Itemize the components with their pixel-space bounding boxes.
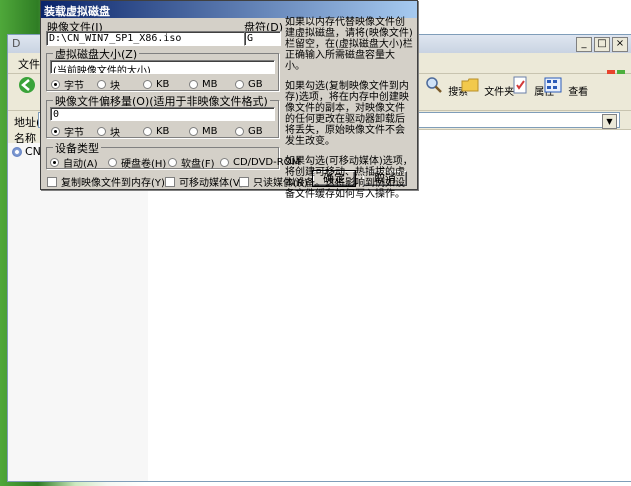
list-item-label: CN [25,145,41,158]
offset-unit-blocks[interactable]: 块 [97,124,143,139]
help-paragraph: 如果以内存代替映像文件创建虚拟磁盘，请将(映像文件)栏留空，在(虚拟磁盘大小)栏… [285,17,413,72]
maximize-button[interactable]: □ [594,37,610,52]
radio-icon [108,158,117,167]
radio-icon [97,80,106,89]
view-button[interactable]: 查看 [543,76,588,98]
image-offset-input[interactable]: 0 [50,107,275,121]
help-text: 如果以内存代替映像文件创建虚拟磁盘，请将(映像文件)栏留空，在(虚拟磁盘大小)栏… [285,17,413,209]
minimize-button[interactable]: _ [576,37,592,52]
cd-drive-icon [12,146,22,157]
size-unit-kb[interactable]: KB [143,77,189,92]
radio-icon [235,80,244,89]
address-label: 地址( [14,116,41,129]
dialog-title: 装载虚拟磁盘 [44,5,110,18]
offset-unit-mb[interactable]: MB [189,124,235,139]
drive-letter-input[interactable]: G [244,31,281,46]
radio-icon [235,127,244,136]
offset-units: 字节 块 KB MB GB [51,124,263,139]
copy-to-memory-checkbox[interactable]: 复制映像文件到内存(Y) [47,174,165,189]
checkbox-icon [239,176,249,187]
image-offset-group: 映像文件偏移量(O)(适用于非映像文件格式) 0 字节 块 KB MB GB [46,93,279,139]
radio-icon [143,127,152,136]
radio-selected-icon [51,80,60,89]
checkbox-icon [165,176,175,187]
list-item[interactable]: CN [12,145,41,158]
removable-media-checkbox[interactable]: 可移动媒体(V) [165,174,244,189]
radio-icon [189,127,198,136]
size-unit-gb[interactable]: GB [235,77,263,92]
file-list: CN [8,143,148,481]
radio-icon [168,158,177,167]
device-floppy[interactable]: 软盘(F) [168,155,220,170]
search-icon [426,77,442,93]
checkbox-icon [47,176,57,187]
radio-selected-icon [51,127,60,136]
disk-size-input[interactable]: (当前映像文件的大小) [50,60,275,74]
device-type-group-title: 设备类型 [53,140,101,156]
view-icon [544,77,562,93]
size-unit-blocks[interactable]: 块 [97,77,143,92]
radio-selected-icon [50,158,59,167]
folder-icon [461,78,479,92]
device-type-options: 自动(A) 硬盘卷(H) 软盘(F) CD/DVD-ROM [50,155,300,170]
view-label: 查看 [568,87,589,98]
dialog-titlebar: 装载虚拟磁盘 [41,1,417,18]
size-unit-mb[interactable]: MB [189,77,235,92]
disk-size-units: 字节 块 KB MB GB [51,77,263,92]
back-arrow-icon [19,77,35,93]
radio-icon [189,80,198,89]
offset-unit-gb[interactable]: GB [235,124,263,139]
size-unit-bytes[interactable]: 字节 [51,77,97,92]
properties-icon [513,76,527,94]
radio-icon [220,158,229,167]
device-type-group: 设备类型 自动(A) 硬盘卷(H) 软盘(F) CD/DVD-ROM [46,140,300,170]
close-button[interactable]: × [612,37,628,52]
offset-unit-kb[interactable]: KB [143,124,189,139]
radio-icon [143,80,152,89]
disk-size-group: 虚拟磁盘大小(Z) (当前映像文件的大小) 字节 块 KB MB GB [46,46,279,92]
mount-virtual-disk-dialog: 装载虚拟磁盘 映像文件(I) D:\CN_WIN7_SP1_X86.iso ..… [40,0,418,200]
help-paragraph: 如果勾选(复制映像文件到内存)选项，将在内存中创建映像文件的副本，对映像文件的任… [285,81,409,147]
image-file-input[interactable]: D:\CN_WIN7_SP1_X86.iso [46,31,256,46]
folders-button[interactable]: 文件夹 [459,76,514,98]
chevron-down-icon[interactable]: ▼ [602,114,617,129]
device-hard-disk[interactable]: 硬盘卷(H) [108,155,168,170]
explorer-title: D [12,37,21,50]
help-paragraph: 如果勾选(可移动媒体)选项，将创建可移动、热插拔的虚拟设备。这将影响到例如设备文… [285,156,413,200]
offset-unit-bytes[interactable]: 字节 [51,124,97,139]
radio-icon [97,127,106,136]
device-auto[interactable]: 自动(A) [50,155,108,170]
